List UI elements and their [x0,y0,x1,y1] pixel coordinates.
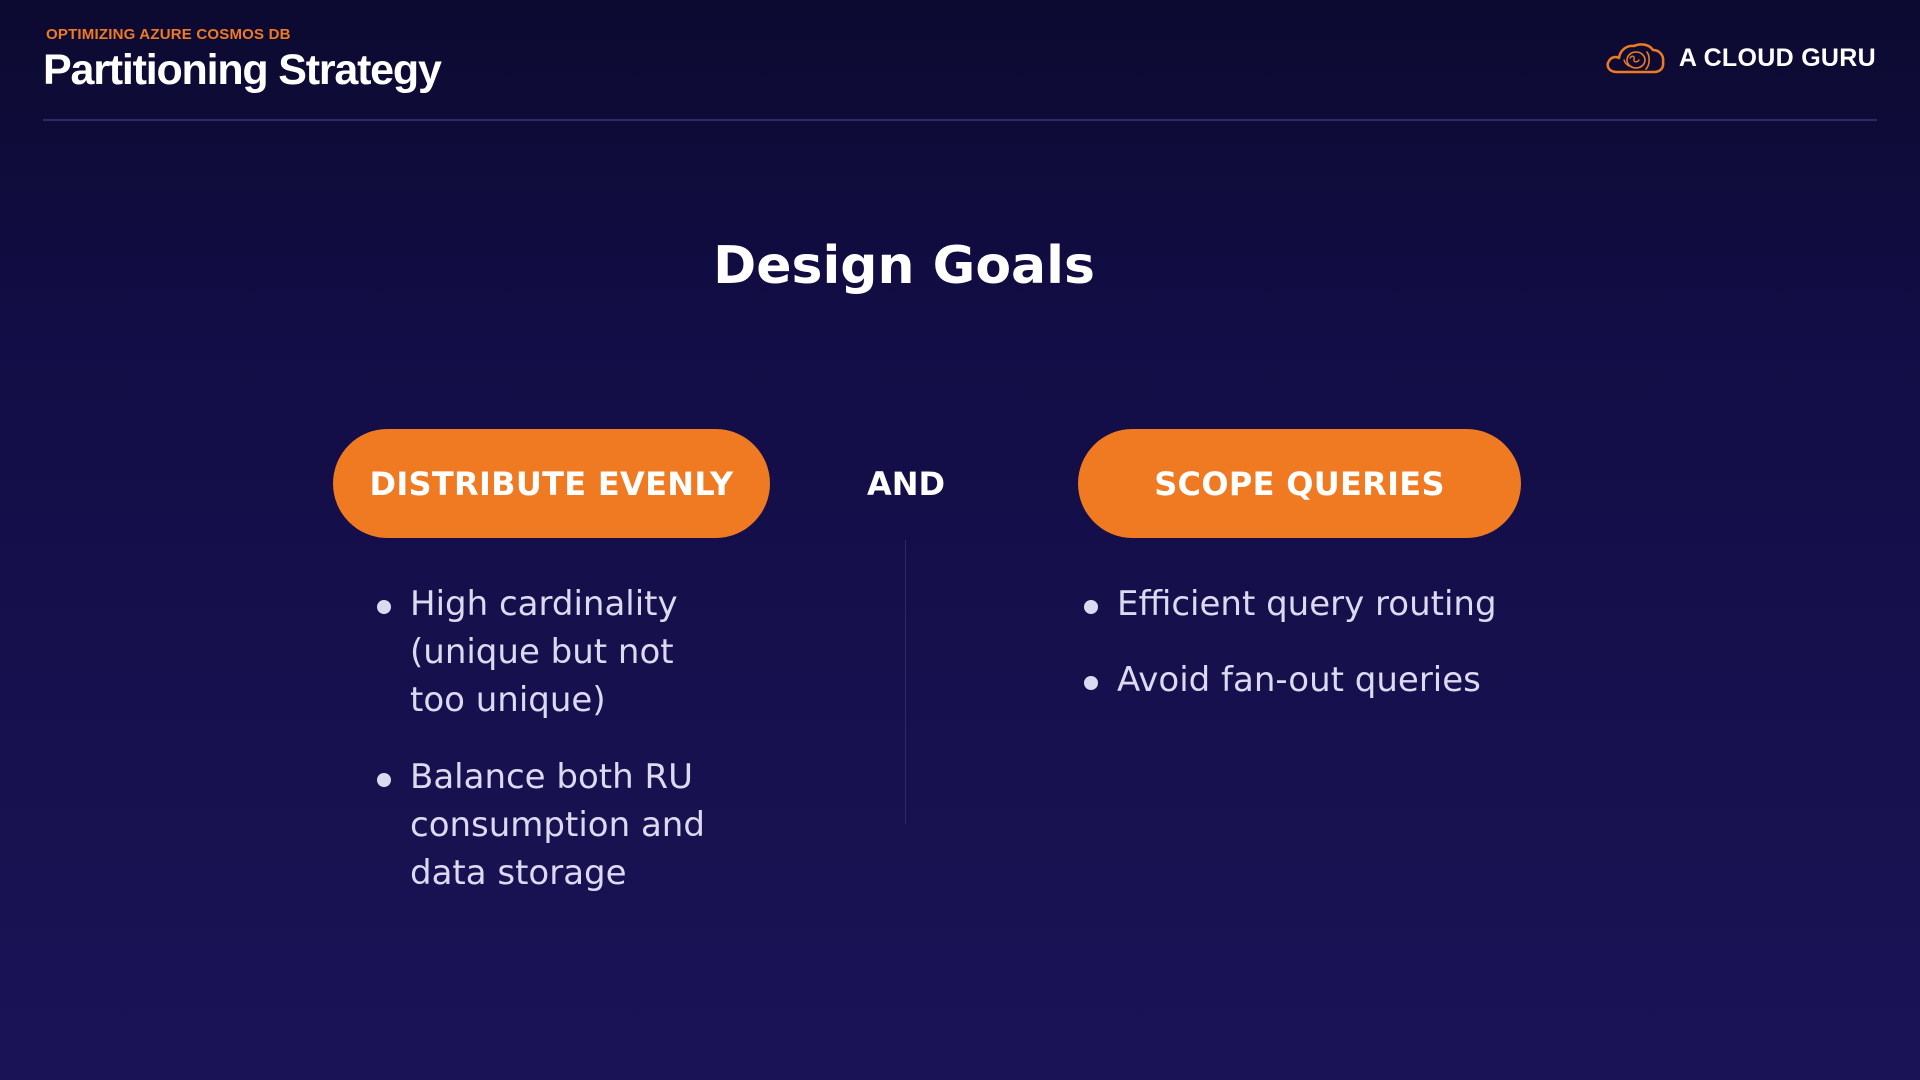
connector-label: AND [866,464,946,503]
goal-pill-scope-queries: SCOPE QUERIES [1078,429,1521,538]
cloud-logo-icon [1606,43,1665,74]
header-divider [43,119,1877,121]
bullet-dot-icon [1084,676,1098,690]
bullet-text: Avoid fan-out queries [1117,660,1481,700]
column-divider [905,540,906,824]
scope-queries-bullet-list: Efficient query routing Avoid fan-out qu… [1084,580,1564,732]
bullet-text: High cardinality (unique but not too uni… [410,584,678,720]
bullet-item: High cardinality (unique but not too uni… [377,580,737,724]
brand-logo: A CLOUD GURU [1603,38,1876,78]
course-eyebrow: OPTIMIZING AZURE COSMOS DB [46,26,291,43]
slide-title: Partitioning Strategy [43,46,442,94]
section-title: Design Goals [713,236,1095,296]
brand-name: A CLOUD GURU [1678,43,1876,72]
bullet-item: Avoid fan-out queries [1084,656,1564,704]
bullet-item: Balance both RU consumption and data sto… [377,753,737,897]
bullet-dot-icon [1084,600,1098,614]
bullet-item: Efficient query routing [1084,580,1564,628]
distribute-evenly-bullet-list: High cardinality (unique but not too uni… [377,580,737,926]
bullet-dot-icon [377,773,391,787]
bullet-text: Efficient query routing [1117,584,1497,624]
goal-pill-distribute-evenly: DISTRIBUTE EVENLY [333,429,770,538]
bullet-text: Balance both RU consumption and data sto… [410,757,705,893]
bullet-dot-icon [377,600,391,614]
